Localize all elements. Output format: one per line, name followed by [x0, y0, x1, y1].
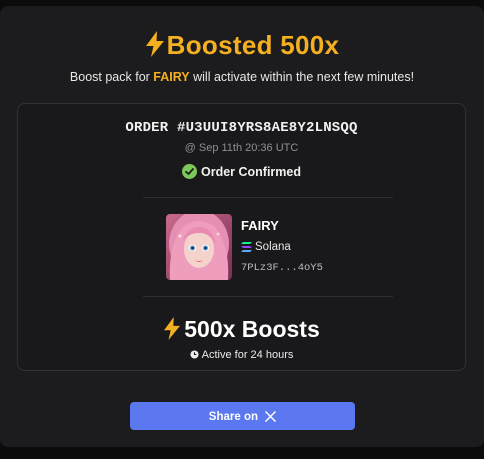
boost-confirmation-modal: Boosted 500x Boost pack for FAIRY will a…	[0, 6, 484, 447]
boost-label: 500x Boosts	[184, 316, 320, 342]
lightning-bolt-icon	[145, 31, 165, 64]
solana-icon	[241, 242, 252, 255]
subtitle-prefix: Boost pack for	[69, 70, 154, 84]
divider	[143, 197, 393, 198]
active-duration: Active for 24 hours	[18, 349, 465, 362]
clock-icon	[190, 350, 199, 362]
active-duration-label: Active for 24 hours	[201, 349, 294, 361]
divider	[143, 296, 393, 297]
token-chain-label: Solana	[255, 241, 291, 253]
page-title: Boosted 500x	[0, 30, 484, 64]
title-text: Boosted 500x	[166, 30, 340, 60]
subtitle-token: FAIRY	[153, 70, 190, 84]
order-status: Order Confirmed	[18, 164, 465, 179]
share-label: Share on	[208, 411, 258, 423]
order-id: ORDER #U3UUI8YRS8AE8Y2LNSQQ	[125, 120, 358, 136]
order-time: @ Sep 11th 20:36 UTC	[184, 142, 299, 154]
boost-amount: 500x Boosts	[18, 316, 465, 346]
token-chain: Solana	[241, 241, 291, 255]
token-address[interactable]: 7PLz3F...4oY5	[241, 262, 323, 274]
subtitle-suffix: will activate within the next few minute…	[189, 70, 415, 84]
token-avatar	[166, 214, 232, 280]
x-logo-icon	[265, 405, 277, 433]
subtitle: Boost pack for FAIRY will activate withi…	[0, 70, 484, 84]
share-on-x-button[interactable]: Share on	[130, 402, 355, 430]
token-name: FAIRY	[241, 218, 279, 233]
order-status-label: Order Confirmed	[200, 165, 301, 179]
order-card: ORDER #U3UUI8YRS8AE8Y2LNSQQ @ Sep 11th 2…	[17, 103, 466, 371]
lightning-bolt-icon	[163, 317, 181, 346]
check-circle-icon	[181, 164, 197, 179]
